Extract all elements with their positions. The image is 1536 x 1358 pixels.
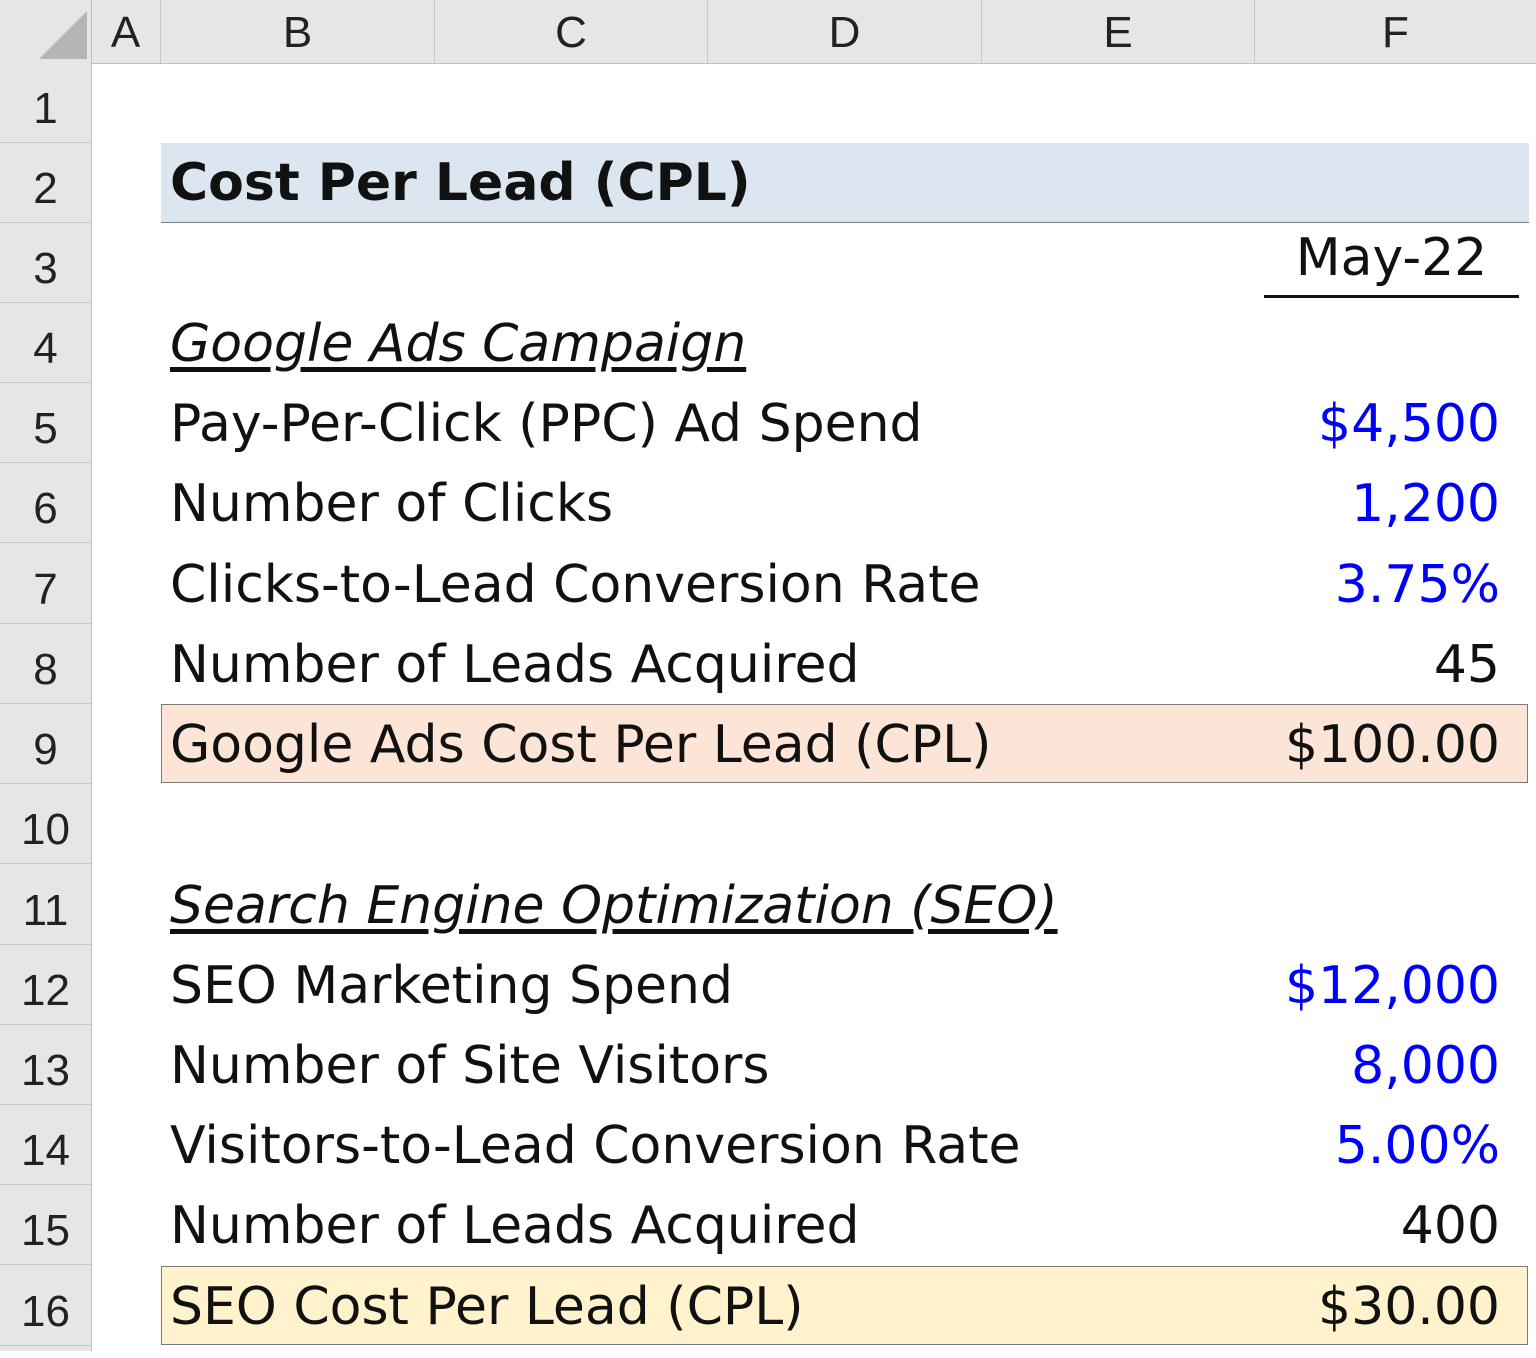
ppc-ad-spend-value[interactable]: $4,500	[1318, 394, 1500, 454]
row-header-13[interactable]: 13	[0, 1025, 91, 1105]
row-header-7[interactable]: 7	[0, 544, 91, 624]
row-header-10[interactable]: 10	[0, 784, 91, 864]
google-ads-heading[interactable]: Google Ads Campaign	[170, 314, 746, 374]
seo-cpl-label[interactable]: SEO Cost Per Lead (CPL)	[170, 1277, 804, 1337]
row-header-2[interactable]: 2	[0, 143, 91, 223]
column-header-bar: A B C D E F	[0, 0, 1536, 64]
visitors-conversion-label[interactable]: Visitors-to-Lead Conversion Rate	[170, 1116, 1021, 1176]
select-all-corner[interactable]	[0, 0, 92, 63]
select-all-triangle-icon	[39, 11, 87, 59]
seo-leads-value[interactable]: 400	[1401, 1196, 1500, 1256]
column-header-a[interactable]: A	[91, 0, 161, 63]
column-header-d[interactable]: D	[708, 0, 982, 63]
clicks-conversion-label[interactable]: Clicks-to-Lead Conversion Rate	[170, 555, 980, 615]
row-header-bar: 1 2 3 4 5 6 7 8 9 10 11 12 13 14 15 16	[0, 63, 92, 1351]
row-header-4[interactable]: 4	[0, 303, 91, 383]
clicks-label[interactable]: Number of Clicks	[170, 474, 613, 534]
google-cpl-value[interactable]: $100.00	[1285, 715, 1500, 775]
column-header-e[interactable]: E	[982, 0, 1255, 63]
ppc-ad-spend-label[interactable]: Pay-Per-Click (PPC) Ad Spend	[170, 394, 923, 454]
google-cpl-label[interactable]: Google Ads Cost Per Lead (CPL)	[170, 715, 991, 775]
seo-leads-label[interactable]: Number of Leads Acquired	[170, 1196, 860, 1256]
seo-heading[interactable]: Search Engine Optimization (SEO)	[170, 876, 1058, 936]
row-header-14[interactable]: 14	[0, 1105, 91, 1185]
row-header-16[interactable]: 16	[0, 1266, 91, 1346]
column-header-b[interactable]: B	[161, 0, 435, 63]
row-header-11[interactable]: 11	[0, 865, 91, 945]
clicks-value[interactable]: 1,200	[1351, 474, 1500, 534]
row-header-6[interactable]: 6	[0, 463, 91, 543]
row-header-3[interactable]: 3	[0, 223, 91, 303]
period-header[interactable]: May-22	[1264, 228, 1519, 288]
spreadsheet: A B C D E F 1 2 3 4 5 6 7 8 9 10 11 12 1…	[0, 0, 1536, 1351]
google-leads-label[interactable]: Number of Leads Acquired	[170, 635, 860, 695]
column-header-f[interactable]: F	[1255, 0, 1536, 63]
row-header-8[interactable]: 8	[0, 624, 91, 704]
row-header-15[interactable]: 15	[0, 1185, 91, 1265]
visitors-conversion-value[interactable]: 5.00%	[1335, 1116, 1500, 1176]
row-header-5[interactable]: 5	[0, 383, 91, 463]
site-visitors-label[interactable]: Number of Site Visitors	[170, 1036, 770, 1096]
row-header-9[interactable]: 9	[0, 704, 91, 784]
seo-cpl-value[interactable]: $30.00	[1318, 1277, 1500, 1337]
column-header-c[interactable]: C	[435, 0, 708, 63]
site-visitors-value[interactable]: 8,000	[1351, 1036, 1500, 1096]
seo-spend-label[interactable]: SEO Marketing Spend	[170, 956, 733, 1016]
seo-spend-value[interactable]: $12,000	[1285, 956, 1500, 1016]
clicks-conversion-value[interactable]: 3.75%	[1335, 555, 1500, 615]
google-leads-value[interactable]: 45	[1434, 635, 1500, 695]
row-header-1[interactable]: 1	[0, 63, 91, 143]
row-header-12[interactable]: 12	[0, 945, 91, 1025]
page-title[interactable]: Cost Per Lead (CPL)	[170, 153, 751, 213]
period-underline	[1264, 295, 1519, 298]
